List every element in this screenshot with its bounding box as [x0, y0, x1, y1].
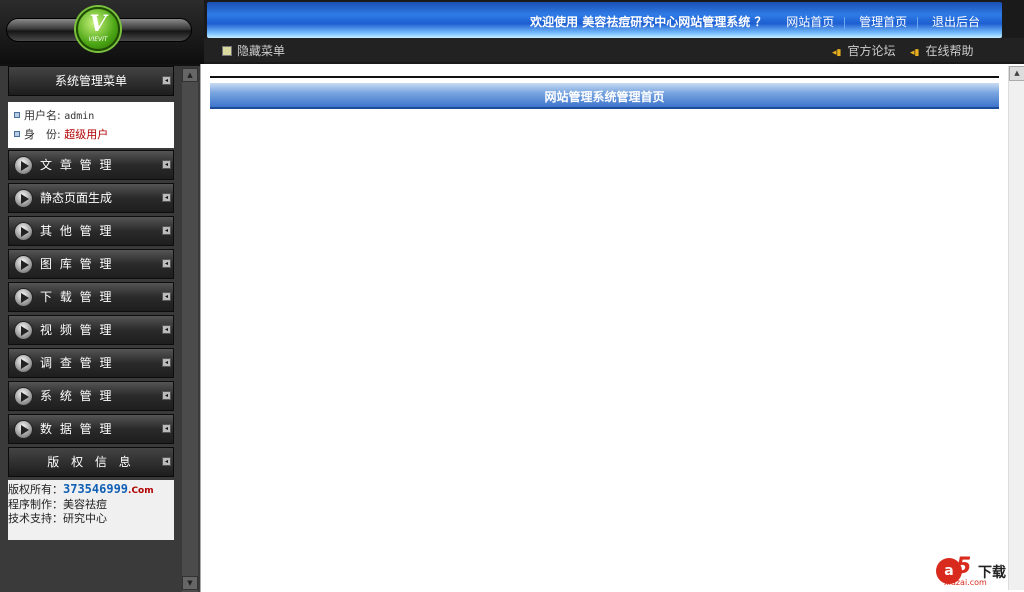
- sidebar-item-label: 静态页面生成: [40, 191, 113, 205]
- play-icon: [14, 189, 33, 208]
- site-home-link[interactable]: 网站首页: [786, 13, 834, 30]
- main-content: 网站管理系统管理首页 ▲: [200, 64, 1024, 592]
- sidebar-item-label: 图 库 管 理: [40, 257, 114, 271]
- logo-letter: V: [89, 11, 107, 37]
- hide-menu-button[interactable]: 隐藏菜单: [222, 42, 285, 59]
- sidebar-item-articles[interactable]: 文 章 管 理 ◂: [8, 150, 174, 180]
- sidebar-item-data[interactable]: 数 据 管 理 ◂: [8, 414, 174, 444]
- sidebar-item-label: 系 统 管 理: [40, 389, 114, 403]
- hide-menu-label: 隐藏菜单: [237, 44, 286, 58]
- username-row: 用户名: admin: [14, 107, 174, 126]
- collapse-icon[interactable]: ◂: [162, 424, 171, 433]
- sidebar-item-downloads[interactable]: 下 载 管 理 ◂: [8, 282, 174, 312]
- play-icon: [14, 321, 33, 340]
- role-value: 超级用户: [64, 128, 109, 141]
- sidebar-item-label: 数 据 管 理: [40, 422, 114, 436]
- panel-icon: [222, 46, 232, 56]
- sidebar-item-other[interactable]: 其 他 管 理 ◂: [8, 216, 174, 246]
- sidebar-item-label: 文 章 管 理: [40, 158, 114, 172]
- scroll-up-icon[interactable]: ▲: [182, 68, 198, 82]
- copyright-box: 版权所有：373546999.Com 程序制作：美容祛痘 技术支持：研究中心: [8, 480, 174, 540]
- signal-icon: ◂▮: [832, 48, 842, 58]
- main-scrollbar[interactable]: ▲: [1008, 66, 1024, 590]
- collapse-icon[interactable]: ◂: [162, 457, 171, 466]
- signal-icon: ◂▮: [910, 48, 920, 58]
- sidebar-scrollbar[interactable]: ▲ ▼: [182, 68, 198, 592]
- collapse-icon[interactable]: ◂: [162, 292, 171, 301]
- copyright-owner-suffix: .Com: [128, 486, 154, 496]
- user-info-box: 用户名: admin 身 份: 超级用户: [8, 102, 174, 148]
- divider: [917, 16, 919, 29]
- page-title: 网站管理系统管理首页: [544, 90, 665, 104]
- sub-toolbar: 隐藏菜单 ◂▮ 官方论坛 ◂▮ 在线帮助: [204, 38, 1024, 62]
- collapse-icon[interactable]: ◂: [162, 391, 171, 400]
- logo-area: V VIEVIT: [0, 0, 204, 64]
- play-icon: [14, 156, 33, 175]
- role-label: 身 份:: [24, 128, 61, 141]
- username-value: admin: [64, 111, 95, 122]
- watermark-digit: 5: [956, 554, 972, 579]
- welcome-text: 欢迎使用 美容祛痘研究中心网站管理系统 ？: [530, 15, 767, 29]
- header-banner: 欢迎使用 美容祛痘研究中心网站管理系统 ？ 网站首页 管理首页 退出后台: [207, 2, 1002, 38]
- role-row: 身 份: 超级用户: [14, 126, 174, 145]
- play-icon: [14, 255, 33, 274]
- collapse-icon[interactable]: ◂: [162, 76, 171, 85]
- help-label: 在线帮助: [925, 44, 974, 58]
- collapse-icon[interactable]: ◂: [162, 226, 171, 235]
- scroll-up-icon[interactable]: ▲: [1009, 66, 1024, 81]
- bullet-icon: [14, 112, 20, 118]
- sidebar-item-system[interactable]: 系 统 管 理 ◂: [8, 381, 174, 411]
- copyright-owner-number: 373546999: [63, 482, 129, 496]
- sidebar: 系统管理菜单 ◂ 用户名: admin 身 份: 超级用户 文 章 管 理 ◂ …: [0, 64, 200, 592]
- copyright-owner-label: 版权所有：: [8, 483, 63, 496]
- divider: [844, 16, 846, 29]
- collapse-icon[interactable]: ◂: [162, 193, 171, 202]
- menu-title-header[interactable]: 系统管理菜单 ◂: [8, 66, 174, 96]
- copyright-header[interactable]: 版 权 信 息 ◂: [8, 447, 174, 477]
- sidebar-item-survey[interactable]: 调 查 管 理 ◂: [8, 348, 174, 378]
- play-icon: [14, 222, 33, 241]
- logo-word: VIEVIT: [88, 36, 108, 43]
- collapse-icon[interactable]: ◂: [162, 325, 171, 334]
- forum-label: 官方论坛: [847, 44, 896, 58]
- play-icon: [14, 387, 33, 406]
- main-title-bar: 网站管理系统管理首页: [210, 83, 999, 109]
- forum-link[interactable]: ◂▮ 官方论坛: [832, 42, 896, 59]
- sidebar-item-label: 调 查 管 理: [40, 356, 114, 370]
- sidebar-item-label: 其 他 管 理: [40, 224, 114, 238]
- logout-link[interactable]: 退出后台: [932, 13, 980, 30]
- admin-home-link[interactable]: 管理首页: [859, 13, 907, 30]
- collapse-icon[interactable]: ◂: [162, 160, 171, 169]
- sidebar-item-static-pages[interactable]: 静态页面生成 ◂: [8, 183, 174, 213]
- scroll-down-icon[interactable]: ▼: [182, 576, 198, 590]
- header-links: 欢迎使用 美容祛痘研究中心网站管理系统 ？ 网站首页 管理首页 退出后台: [530, 13, 980, 30]
- play-icon: [14, 354, 33, 373]
- copyright-title: 版 权 信 息: [47, 455, 135, 469]
- support-text: 技术支持：研究中心: [8, 512, 107, 525]
- username-label: 用户名:: [24, 109, 61, 122]
- logo-badge[interactable]: V VIEVIT: [76, 7, 120, 51]
- producer-text: 程序制作：美容祛痘: [8, 498, 107, 511]
- sidebar-item-gallery[interactable]: 图 库 管 理 ◂: [8, 249, 174, 279]
- sidebar-item-label: 下 载 管 理: [40, 290, 114, 304]
- play-icon: [14, 420, 33, 439]
- sidebar-item-label: 视 频 管 理: [40, 323, 114, 337]
- admin-page: V VIEVIT 欢迎使用 美容祛痘研究中心网站管理系统 ？ 网站首页 管理首页…: [0, 0, 1024, 592]
- sidebar-item-video[interactable]: 视 频 管 理 ◂: [8, 315, 174, 345]
- divider: [210, 76, 999, 78]
- menu-title: 系统管理菜单: [54, 74, 127, 88]
- help-link[interactable]: ◂▮ 在线帮助: [910, 42, 974, 59]
- watermark-logo: a 5 下载 xiazai.com: [936, 554, 1016, 587]
- copyright-owner: 版权所有：373546999.Com: [8, 482, 174, 498]
- collapse-icon[interactable]: ◂: [162, 358, 171, 367]
- play-icon: [14, 288, 33, 307]
- collapse-icon[interactable]: ◂: [162, 259, 171, 268]
- bullet-icon: [14, 131, 20, 137]
- watermark-url: xiazai.com: [944, 578, 987, 587]
